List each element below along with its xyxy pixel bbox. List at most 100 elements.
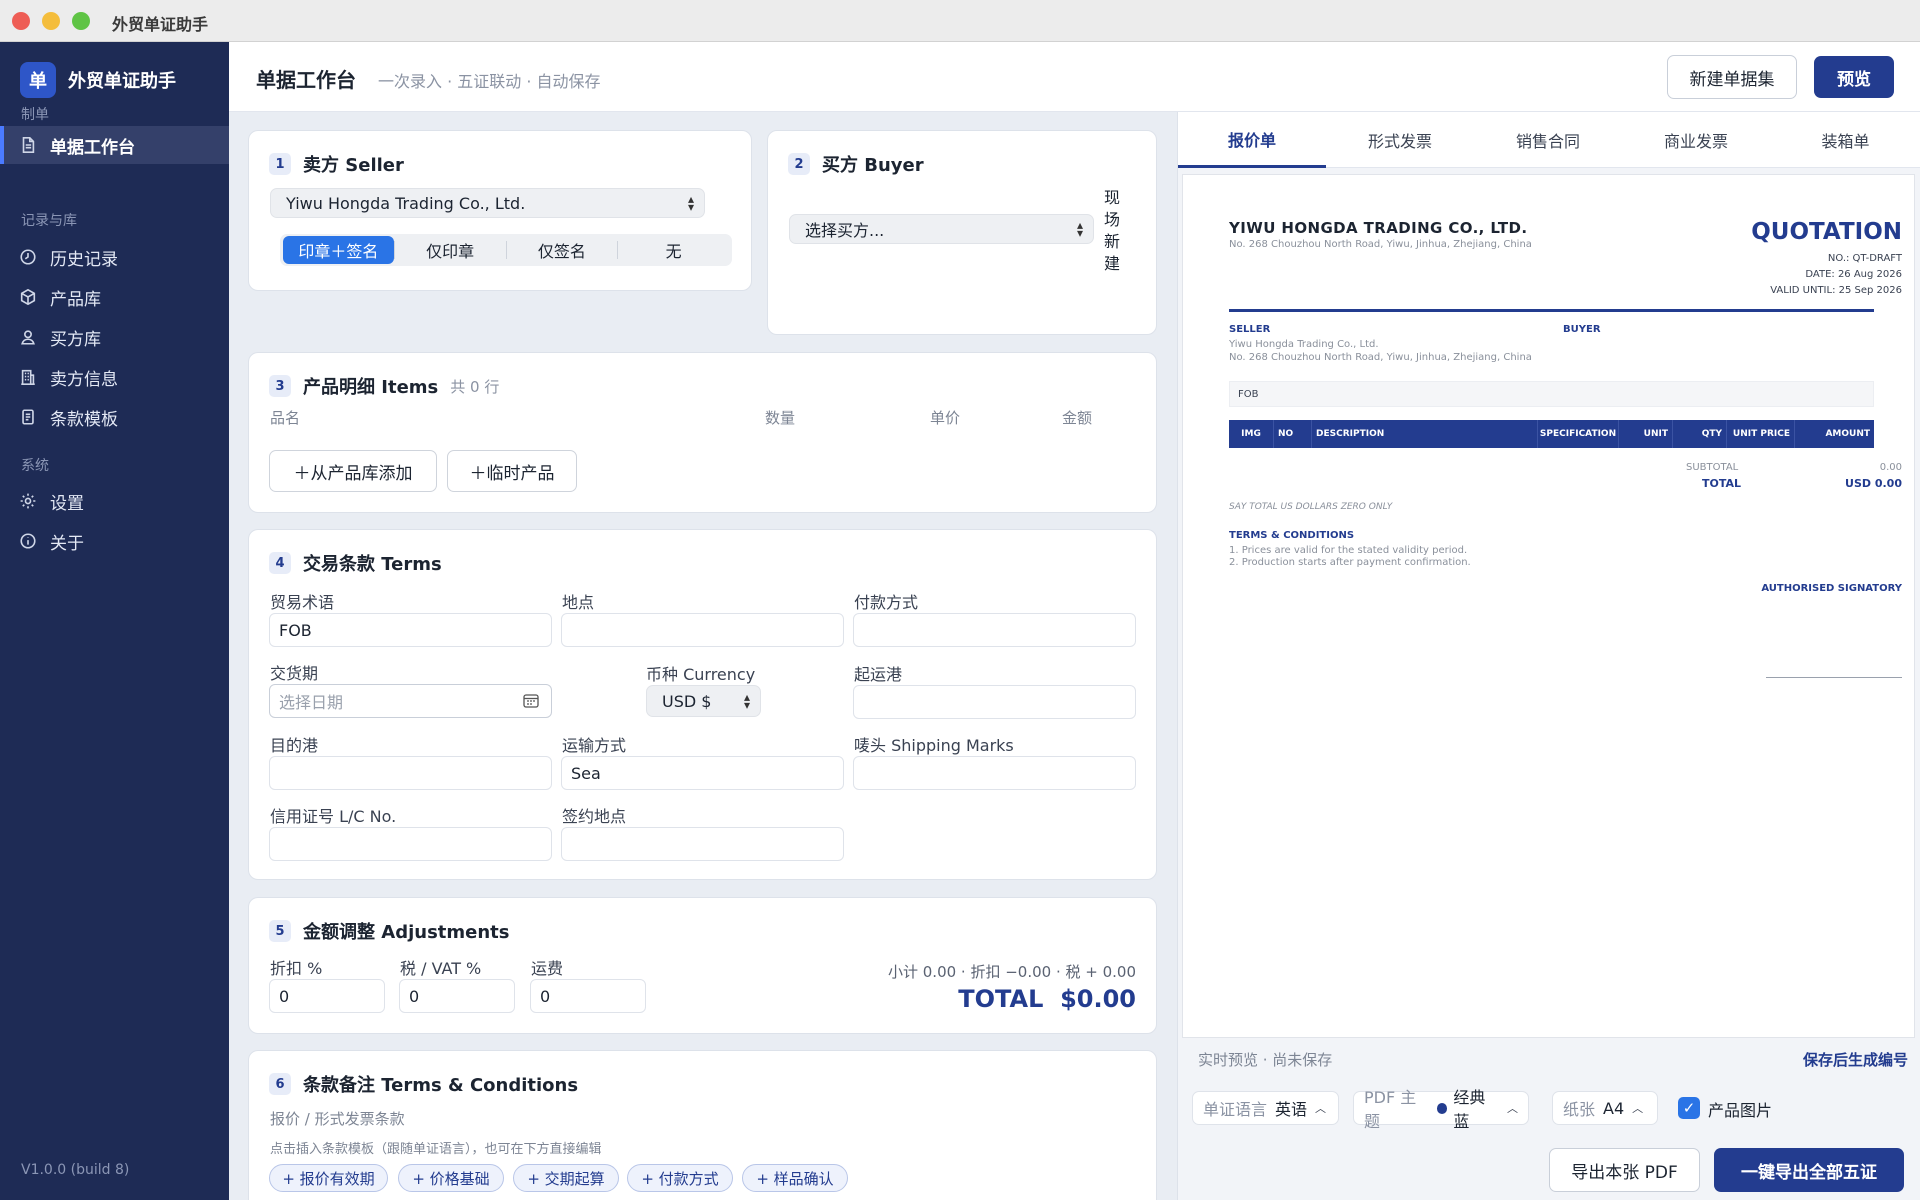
tab-sales-contract[interactable]: 销售合同 [1474,112,1622,168]
seller-card-header: 1 卖方 Seller [269,151,404,177]
sidebar-item-products[interactable]: 产品库 [0,278,229,316]
loading-port-input[interactable] [853,685,1136,719]
tab-commercial-invoice[interactable]: 商业发票 [1622,112,1770,168]
document-language-label: 单证语言 [1203,1100,1268,1119]
buyer-select-placeholder: 选择买方... [805,221,885,240]
lc-number-input[interactable] [269,827,552,861]
trade-term-input[interactable]: FOB [269,613,552,647]
shipping-marks-input[interactable] [853,756,1136,790]
seal-option-signature-only[interactable]: 仅签名 [507,236,618,264]
doc-title: QUOTATION [1751,219,1902,245]
tab-proforma-invoice[interactable]: 形式发票 [1326,112,1474,168]
paper-size-select[interactable]: 纸张 A4 ︿ [1552,1091,1658,1125]
tax-input[interactable]: 0 [399,979,515,1013]
conditions-subtitle: 报价 / 形式发票条款 [270,1110,405,1128]
tab-quotation[interactable]: 报价单 [1178,112,1326,168]
doc-col-qty: QTY [1672,420,1726,448]
buyer-select[interactable]: 选择买方... ▴ ▾ [789,214,1094,244]
delivery-date-picker[interactable]: 选择日期 [269,684,552,718]
brand: 单 外贸单证助手 [20,62,176,98]
seller-card-title: 卖方 Seller [303,155,404,176]
quick-new-char: 新 [1103,232,1120,251]
sidebar-item-settings[interactable]: 设置 [0,482,229,520]
export-single-pdf-button[interactable]: 导出本张 PDF [1549,1148,1700,1192]
window-titlebar: 外贸单证助手 [0,0,1920,42]
seal-option-none[interactable]: 无 [618,236,729,264]
tax-label: 税 / VAT % [400,959,482,978]
save-to-generate-number-link[interactable]: 保存后生成编号 [1803,1049,1908,1070]
signing-place-input[interactable] [561,827,844,861]
insert-clause-lead-time-chip[interactable]: + 交期起算 [513,1164,619,1192]
seal-option-seal-signature[interactable]: 印章＋签名 [283,236,394,264]
amount-summary: 小计 0.00 · 折扣 −0.00 · 税 + 0.00 [887,963,1136,981]
doc-term-1: 1. Prices are valid for the stated valid… [1229,545,1468,556]
chevron-up-icon: ︿ [1315,1102,1327,1115]
sidebar-item-buyers[interactable]: 买方库 [0,318,229,356]
sidebar-item-history[interactable]: 历史记录 [0,238,229,276]
building-icon [18,367,38,387]
seller-card: 1 卖方 Seller Yiwu Hongda Trading Co., Ltd… [248,130,752,291]
doc-total-value: USD 0.00 [1845,477,1902,490]
zoom-window-button[interactable] [72,12,90,30]
minimize-window-button[interactable] [42,12,60,30]
place-input[interactable] [561,613,844,647]
destination-port-input[interactable] [269,756,552,790]
sidebar-item-workbench[interactable]: 单据工作台 [0,126,229,164]
template-icon [18,407,38,427]
seal-mode-segmented: 印章＋签名 仅印章 仅签名 无 [280,234,732,266]
doc-header-rule [1229,309,1874,312]
sidebar-item-label: 历史记录 [50,249,118,270]
product-images-checkbox[interactable]: ✓ [1678,1097,1700,1119]
calendar-icon [523,693,539,708]
brand-logo: 单 [20,62,56,98]
seal-option-seal-only[interactable]: 仅印章 [395,236,506,264]
payment-method-input[interactable] [853,613,1136,647]
chevron-up-down-icon: ▴ ▾ [743,690,750,712]
doc-seller-line2: No. 268 Chouzhou North Road, Yiwu, Jinhu… [1229,352,1532,363]
doc-number: NO.: QT-DRAFT [1827,253,1902,264]
doc-seller-label: SELLER [1229,324,1271,335]
add-temporary-product-button[interactable]: ＋临时产品 [447,450,577,492]
buyer-card-header: 2 买方 Buyer [788,151,924,177]
sidebar-item-clause-templates[interactable]: 条款模板 [0,398,229,436]
quick-new-buyer-button[interactable]: 现 场 新 建 [1103,187,1121,275]
add-from-product-library-button[interactable]: ＋从产品库添加 [269,450,437,492]
paper-size-value: A4 [1603,1098,1625,1118]
adjustments-card: 5 金额调整 Adjustments 折扣 % 0 税 / VAT % 0 运费… [248,897,1157,1034]
preview-button[interactable]: 预览 [1814,56,1894,98]
pdf-theme-select[interactable]: PDF 主题 经典蓝 ︿ [1353,1088,1529,1131]
column-header-amount: 金额 [1062,409,1093,427]
doc-col-unit-price: UNIT PRICE [1726,420,1794,448]
step-number: 5 [269,920,291,942]
preview-panel: 报价单 形式发票 销售合同 商业发票 装箱单 YIWU HONGDA TRADI… [1177,112,1920,1200]
step-number: 4 [269,552,291,574]
brand-name: 外贸单证助手 [68,71,176,92]
grand-total: TOTAL $0.00 [958,985,1136,1013]
sidebar-item-label: 设置 [50,493,84,514]
insert-clause-price-basis-chip[interactable]: + 价格基础 [398,1164,504,1192]
export-all-documents-button[interactable]: 一键导出全部五证 [1714,1148,1904,1192]
document-language-select[interactable]: 单证语言 英语 ︿ [1192,1091,1339,1125]
sidebar-item-about[interactable]: 关于 [0,522,229,560]
adjustments-card-header: 5 金额调整 Adjustments [269,918,509,944]
terms-card-header: 4 交易条款 Terms [269,550,442,576]
new-document-set-button[interactable]: 新建单据集 [1667,55,1797,99]
insert-clause-sample-chip[interactable]: + 样品确认 [742,1164,848,1192]
insert-clause-validity-chip[interactable]: + 报价有效期 [269,1164,388,1192]
terms-card-title: 交易条款 Terms [303,554,442,575]
sidebar-item-seller-info[interactable]: 卖方信息 [0,358,229,396]
close-window-button[interactable] [12,12,30,30]
insert-clause-payment-chip[interactable]: + 付款方式 [627,1164,733,1192]
seller-select[interactable]: Yiwu Hongda Trading Co., Ltd. ▴ ▾ [270,188,705,218]
chevron-up-icon: ︿ [1506,1102,1518,1115]
currency-select[interactable]: USD $ ▴ ▾ [646,685,761,717]
freight-input[interactable]: 0 [530,979,646,1013]
shipping-marks-label: 唛头 Shipping Marks [854,736,1014,755]
page-subtitle: 一次录入 · 五证联动 · 自动保存 [378,72,601,91]
tab-packing-list[interactable]: 装箱单 [1770,112,1920,168]
sidebar-item-label: 关于 [50,533,84,554]
doc-col-specification: SPECIFICATION [1537,420,1618,448]
column-header-name: 品名 [270,409,301,427]
discount-input[interactable]: 0 [269,979,385,1013]
transport-mode-input[interactable]: Sea [561,756,844,790]
